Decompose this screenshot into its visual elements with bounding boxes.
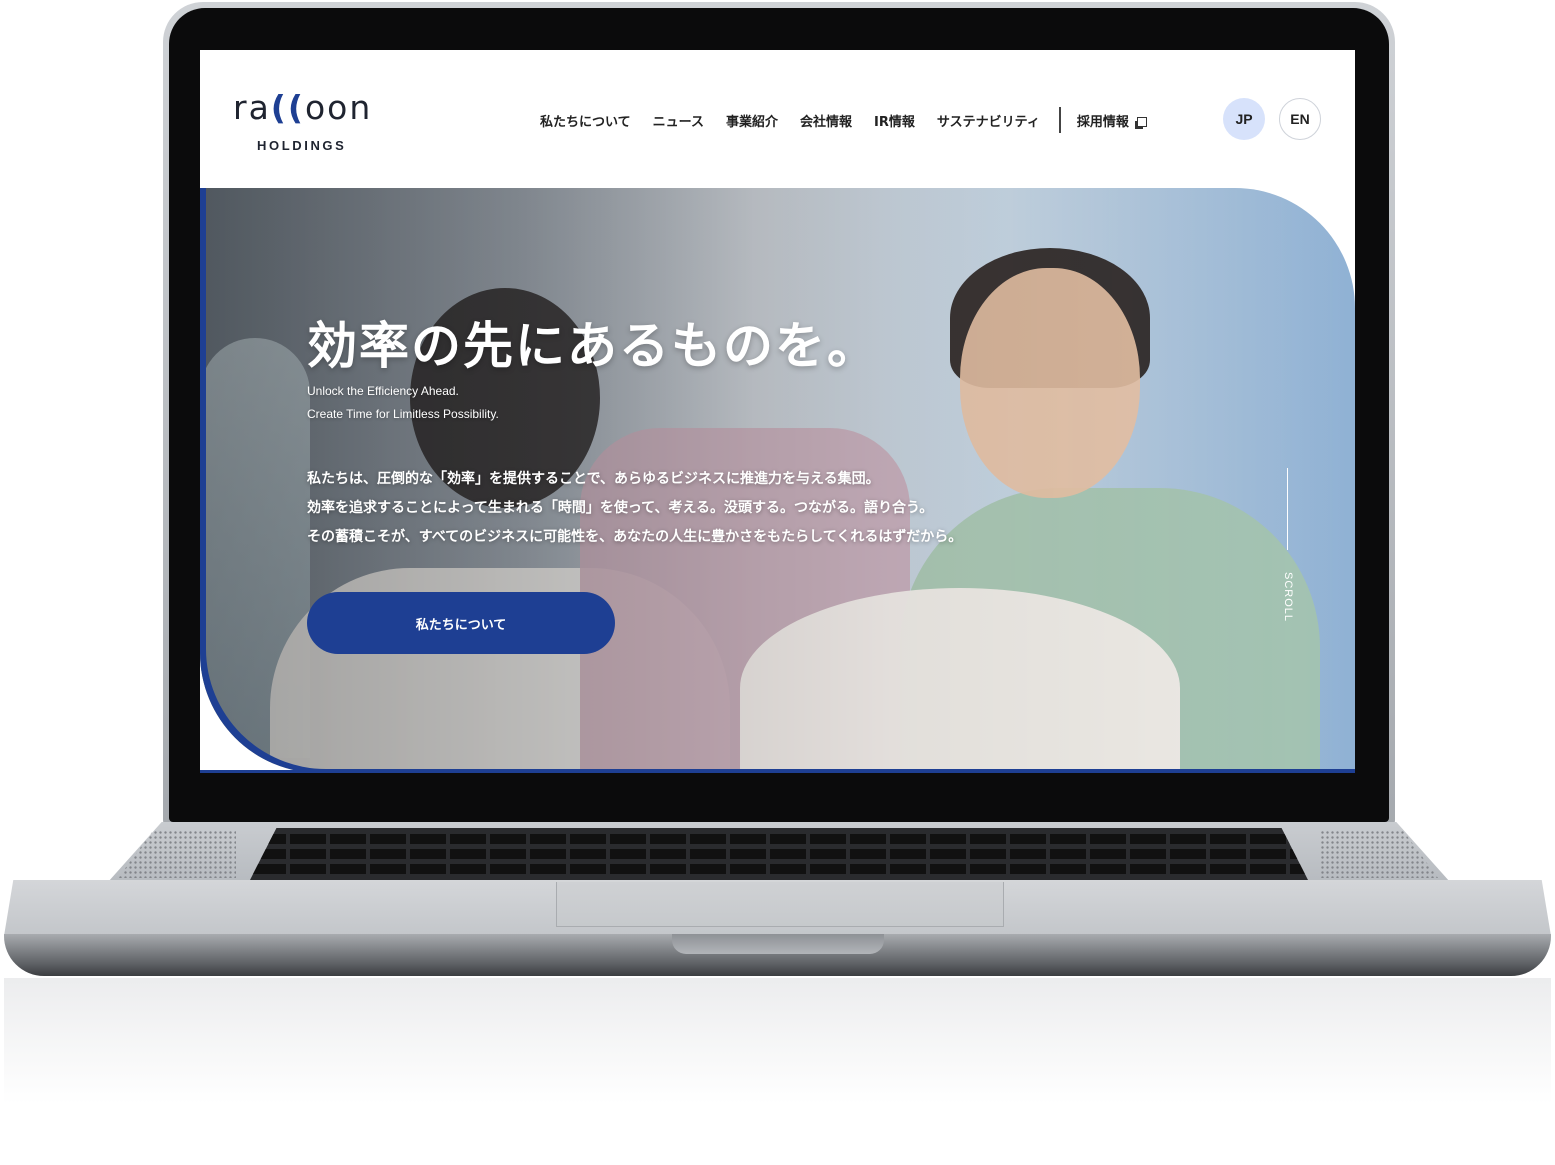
laptop-mockup: ra((oon HOLDINGS 私たちについて ニュース 事業紹介 会社情報 …	[0, 0, 1555, 1165]
nav-item-news[interactable]: ニュース	[653, 111, 704, 130]
logo-text-pre: ra	[233, 88, 271, 127]
nav-item-recruit[interactable]: 採用情報	[1077, 111, 1147, 130]
nav-item-company[interactable]: 会社情報	[800, 111, 852, 130]
nav-item-ir[interactable]: IR情報	[874, 111, 915, 130]
site-header: ra((oon HOLDINGS 私たちについて ニュース 事業紹介 会社情報 …	[200, 50, 1355, 188]
logo-text-post: oon	[304, 88, 373, 127]
logo-text-paren: ((	[270, 88, 305, 127]
key-row	[250, 864, 1308, 874]
hero-section: 効率の先にあるものを。 Unlock the Efficiency Ahead.…	[200, 188, 1355, 773]
hero-bottom-rule	[200, 770, 1355, 773]
trackpad	[556, 882, 1004, 927]
hero-subtitle-en: Unlock the Efficiency Ahead.	[307, 384, 459, 398]
nav-item-business[interactable]: 事業紹介	[726, 111, 778, 130]
hero-headline: 効率の先にあるものを。	[307, 317, 879, 375]
key-row	[250, 849, 1308, 859]
scroll-indicator-line	[1287, 468, 1288, 550]
lid-notch	[672, 934, 884, 954]
hero-body-text: その蓄積こそが、すべてのビジネスに可能性を、あなたの人生に豊かさをもたらしてくれ…	[307, 529, 963, 545]
logo-wordmark: ra((oon	[233, 88, 372, 127]
hero-subtitle-en: Create Time for Limitless Possibility.	[307, 407, 499, 421]
hero-body-text: 効率を追求することによって生まれる「時間」を使って、考える。没頭する。つながる。…	[307, 500, 934, 516]
lang-jp-button[interactable]: JP	[1223, 98, 1265, 140]
external-link-icon	[1136, 117, 1147, 127]
key-row	[250, 834, 1308, 844]
nav-item-sustainability[interactable]: サステナビリティ	[937, 111, 1040, 130]
logo-subtitle: HOLDINGS	[257, 138, 347, 153]
main-nav: 私たちについて ニュース 事業紹介 会社情報 IR情報 サステナビリティ 採用情…	[540, 105, 1169, 135]
nav-divider	[1058, 107, 1061, 133]
browser-viewport: ra((oon HOLDINGS 私たちについて ニュース 事業紹介 会社情報 …	[200, 50, 1355, 773]
scroll-indicator-label[interactable]: SCROLL	[1282, 572, 1294, 622]
site-logo[interactable]: ra((oon HOLDINGS	[233, 88, 393, 160]
laptop-reflection	[4, 978, 1551, 1158]
nav-item-about[interactable]: 私たちについて	[540, 111, 631, 130]
nav-item-recruit-label: 採用情報	[1076, 114, 1129, 130]
about-us-button[interactable]: 私たちについて	[307, 592, 615, 654]
lang-en-button[interactable]: EN	[1279, 98, 1321, 140]
hero-body-text: 私たちは、圧倒的な「効率」を提供することで、あらゆるビジネスに推進力を与える集団…	[307, 471, 880, 487]
keyboard	[250, 828, 1308, 880]
